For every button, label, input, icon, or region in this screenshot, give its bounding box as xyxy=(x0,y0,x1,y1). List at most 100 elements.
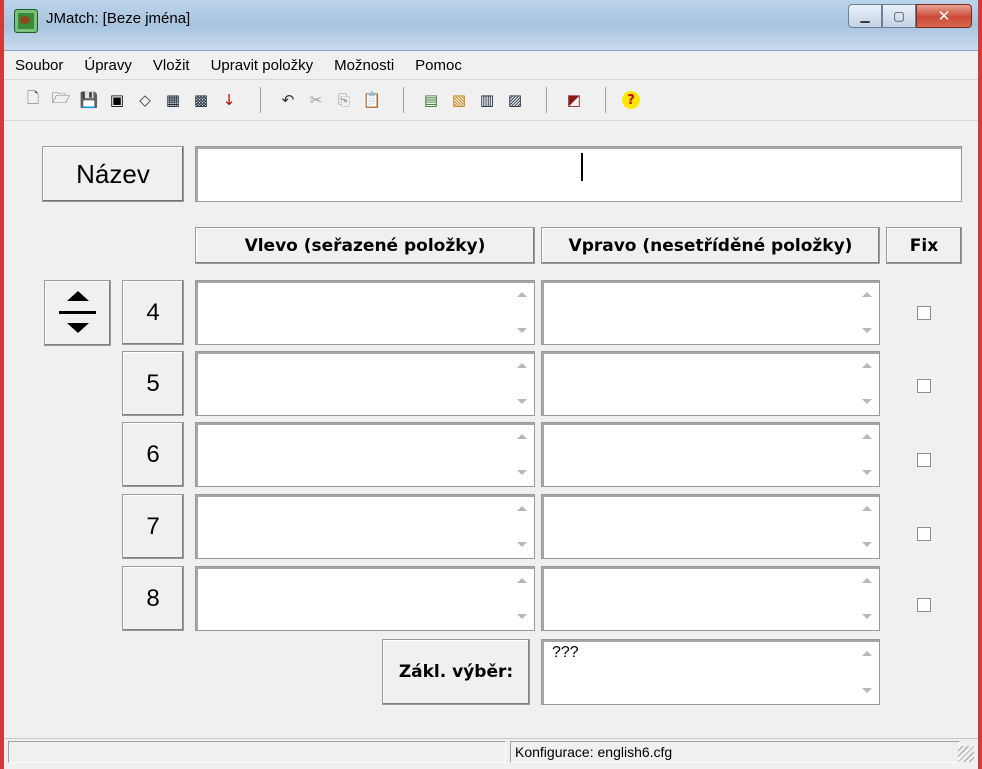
right-item-field[interactable] xyxy=(541,422,880,487)
scroll-down-arrow-icon[interactable] xyxy=(862,328,872,333)
menu-upravy[interactable]: Úpravy xyxy=(73,53,142,79)
left-item-field[interactable] xyxy=(195,280,535,345)
row-number-button[interactable]: 7 xyxy=(122,494,184,559)
scroll-up-arrow-icon[interactable] xyxy=(517,363,527,368)
row-number-button[interactable]: 8 xyxy=(122,566,184,631)
scroll-down-arrow-icon[interactable] xyxy=(517,542,527,547)
scroll-down-icon[interactable] xyxy=(67,323,89,333)
scroll-up-arrow-icon[interactable] xyxy=(517,578,527,583)
create-web-page-v6-icon[interactable]: ▩ xyxy=(190,89,212,111)
field-scrollbar[interactable] xyxy=(512,497,532,556)
left-item-field[interactable] xyxy=(195,566,535,631)
menu-pomoc[interactable]: Pomoc xyxy=(404,53,472,79)
menu-upravit-polozky[interactable]: Upravit položky xyxy=(200,53,324,79)
scroll-up-arrow-icon[interactable] xyxy=(862,506,872,511)
fix-checkbox[interactable] xyxy=(917,306,931,320)
scroll-down-arrow-icon[interactable] xyxy=(517,470,527,475)
scroll-down-arrow-icon[interactable] xyxy=(517,614,527,619)
left-item-field[interactable] xyxy=(195,351,535,416)
scroll-up-icon[interactable] xyxy=(67,291,89,301)
left-item-field[interactable] xyxy=(195,422,535,487)
status-bar: Konfigurace: english6.cfg xyxy=(4,738,978,766)
resize-grip-icon[interactable] xyxy=(958,746,974,762)
right-item-field[interactable] xyxy=(541,280,880,345)
right-item-field[interactable] xyxy=(541,351,880,416)
right-item-field[interactable] xyxy=(541,494,880,559)
scroll-down-arrow-icon[interactable] xyxy=(862,399,872,404)
scroll-up-arrow-icon[interactable] xyxy=(517,292,527,297)
scroll-up-arrow-icon[interactable] xyxy=(862,292,872,297)
row-number-button[interactable]: 6 xyxy=(122,422,184,487)
field-scrollbar[interactable] xyxy=(857,497,877,556)
scroll-down-arrow-icon[interactable] xyxy=(517,399,527,404)
field-scrollbar[interactable] xyxy=(857,354,877,413)
open-folder-icon[interactable]: 🗁 xyxy=(50,89,72,111)
menu-bar: Soubor Úpravy Vložit Upravit položky Mož… xyxy=(4,53,978,80)
create-web-page-icon[interactable]: ▦ xyxy=(162,89,184,111)
scroll-down-arrow-icon[interactable] xyxy=(517,328,527,333)
undo-icon[interactable]: ↶ xyxy=(277,89,299,111)
minimize-button[interactable]: ▁ xyxy=(848,4,882,28)
toolbar: 🗋 🗁 💾 ▣ ◇ ▦ ▩ ↓ ↶ ✂ ⎘ 📋 ▤ ▧ ▥ ▨ ◩ ? xyxy=(4,80,978,121)
field-scrollbar[interactable] xyxy=(512,354,532,413)
copy-icon[interactable]: ⎘ xyxy=(333,89,355,111)
maximize-button[interactable]: ▢ xyxy=(882,4,916,28)
field-scrollbar[interactable] xyxy=(857,642,877,702)
title-bar[interactable]: JMatch: [Beze jména] ▁ ▢ ✕ xyxy=(4,0,978,51)
scroll-up-arrow-icon[interactable] xyxy=(517,434,527,439)
scroll-up-arrow-icon[interactable] xyxy=(517,506,527,511)
paste-icon[interactable]: 📋 xyxy=(361,89,383,111)
field-scrollbar[interactable] xyxy=(857,569,877,628)
config-icon[interactable]: ▨ xyxy=(504,89,526,111)
nazev-button[interactable]: Název xyxy=(42,146,184,202)
toolbar-separator xyxy=(605,87,606,113)
row-scroll-updown[interactable] xyxy=(44,280,111,346)
scroll-up-arrow-icon[interactable] xyxy=(862,651,872,656)
clear-icon[interactable]: ◇ xyxy=(134,89,156,111)
scroll-down-arrow-icon[interactable] xyxy=(862,688,872,693)
scroll-down-arrow-icon[interactable] xyxy=(862,542,872,547)
add-picture-icon[interactable]: ▤ xyxy=(420,89,442,111)
field-scrollbar[interactable] xyxy=(512,569,532,628)
left-item-field[interactable] xyxy=(195,494,535,559)
field-scrollbar[interactable] xyxy=(512,425,532,484)
menu-soubor[interactable]: Soubor xyxy=(4,53,73,79)
status-pane-config: Konfigurace: english6.cfg xyxy=(510,741,960,763)
default-choice-field[interactable]: ??? xyxy=(541,639,880,705)
fix-column-header[interactable]: Fix xyxy=(886,227,962,264)
scroll-up-arrow-icon[interactable] xyxy=(862,578,872,583)
insert-link-icon[interactable]: ▧ xyxy=(448,89,470,111)
export-icon[interactable]: ↓ xyxy=(218,89,240,111)
right-column-header[interactable]: Vpravo (nesetříděné položky) xyxy=(541,227,880,264)
cut-icon[interactable]: ✂ xyxy=(305,89,327,111)
field-scrollbar[interactable] xyxy=(857,425,877,484)
toolbar-separator xyxy=(403,87,404,113)
default-choice-button[interactable]: Zákl. výběr: xyxy=(382,639,530,705)
close-button[interactable]: ✕ xyxy=(916,4,972,28)
scroll-down-arrow-icon[interactable] xyxy=(862,470,872,475)
field-scrollbar[interactable] xyxy=(857,283,877,342)
row-number-button[interactable]: 5 xyxy=(122,351,184,416)
fix-checkbox[interactable] xyxy=(917,598,931,612)
row-number-button[interactable]: 4 xyxy=(122,280,184,345)
help-icon[interactable]: ? xyxy=(622,91,640,109)
menu-vlozit[interactable]: Vložit xyxy=(142,53,200,79)
scroll-down-arrow-icon[interactable] xyxy=(862,614,872,619)
save-as-icon[interactable]: ▣ xyxy=(106,89,128,111)
left-column-header[interactable]: Vlevo (seřazené položky) xyxy=(195,227,535,264)
fix-checkbox[interactable] xyxy=(917,527,931,541)
options-icon[interactable]: ◩ xyxy=(563,89,585,111)
right-item-field[interactable] xyxy=(541,566,880,631)
check-icon[interactable]: ▥ xyxy=(476,89,498,111)
fix-checkbox[interactable] xyxy=(917,379,931,393)
new-file-icon[interactable]: 🗋 xyxy=(22,89,44,111)
jmatch-app-icon[interactable] xyxy=(14,9,38,33)
scroll-up-arrow-icon[interactable] xyxy=(862,434,872,439)
nazev-input[interactable] xyxy=(195,146,962,202)
field-scrollbar[interactable] xyxy=(512,283,532,342)
save-icon[interactable]: 💾 xyxy=(78,89,100,111)
menu-moznosti[interactable]: Možnosti xyxy=(323,53,404,79)
scroll-up-arrow-icon[interactable] xyxy=(862,363,872,368)
fix-checkbox[interactable] xyxy=(917,453,931,467)
text-caret xyxy=(581,153,583,181)
